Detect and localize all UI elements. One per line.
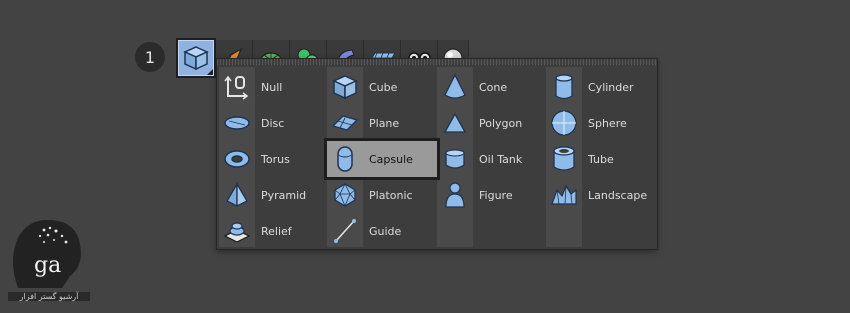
menu-item-label: Polygon [479,116,523,130]
oil-tank-icon [437,141,473,177]
sphere-icon [546,105,582,141]
menu-item-null[interactable]: Null [219,69,327,105]
figure-icon [437,177,473,213]
guide-icon [327,213,363,249]
landscape-icon [546,177,582,213]
menu-item-plane[interactable]: Plane [327,105,435,141]
menu-item-label: Torus [261,152,290,166]
menu-item-tube[interactable]: Tube [546,141,654,177]
menu-item-label: Tube [588,152,614,166]
cube-icon [327,69,363,105]
menu-item-capsule[interactable]: Capsule [324,138,440,180]
menu-item-label: Landscape [588,188,648,202]
torus-icon [219,141,255,177]
cone-icon [437,69,473,105]
capsule-icon [327,141,363,177]
menu-item-platonic[interactable]: Platonic [327,177,435,213]
menu-item-cube[interactable]: Cube [327,69,435,105]
menu-item-label: Null [261,80,283,94]
menu-item-label: Platonic [369,188,413,202]
tube-icon [546,141,582,177]
menu-item-polygon[interactable]: Polygon [437,105,545,141]
pyramid-icon [219,177,255,213]
menu-item-figure[interactable]: Figure [437,177,545,213]
svg-text:ga: ga [34,253,61,278]
menu-item-torus[interactable]: Torus [219,141,327,177]
menu-item-label: Relief [261,224,292,238]
menu-item-label: Figure [479,188,513,202]
menu-item-disc[interactable]: Disc [219,105,327,141]
polygon-icon [437,105,473,141]
menu-item-label: Pyramid [261,188,307,202]
menu-item-pyramid[interactable]: Pyramid [219,177,327,213]
menu-item-label: Cone [479,80,508,94]
relief-icon [219,213,255,249]
primitive-objects-menu: Null Disc Torus Pyramid Relief Cube Plan… [216,58,658,250]
menu-item-label: Disc [261,116,285,130]
cube-tool-button[interactable] [176,38,216,78]
menu-item-oil-tank[interactable]: Oil Tank [437,141,545,177]
menu-item-relief[interactable]: Relief [219,213,327,249]
step-badge-1: 1 [135,42,165,72]
menu-item-label: Sphere [588,116,627,130]
platonic-icon [327,177,363,213]
cylinder-icon [546,69,582,105]
menu-item-label: Capsule [369,152,413,166]
menu-item-label: Cylinder [588,80,634,94]
menu-drag-handle[interactable] [217,59,657,65]
menu-item-guide[interactable]: Guide [327,213,435,249]
disc-icon [219,105,255,141]
menu-item-label: Cube [369,80,398,94]
menu-item-label: Guide [369,224,402,238]
menu-item-sphere[interactable]: Sphere [546,105,654,141]
menu-item-cylinder[interactable]: Cylinder [546,69,654,105]
menu-item-label: Plane [369,116,400,130]
menu-item-cone[interactable]: Cone [437,69,545,105]
plane-icon [327,105,363,141]
null-icon [219,69,255,105]
watermark-caption: آرشیو گستر افزار [8,292,90,301]
menu-item-label: Oil Tank [479,152,523,166]
menu-item-landscape[interactable]: Landscape [546,177,654,213]
